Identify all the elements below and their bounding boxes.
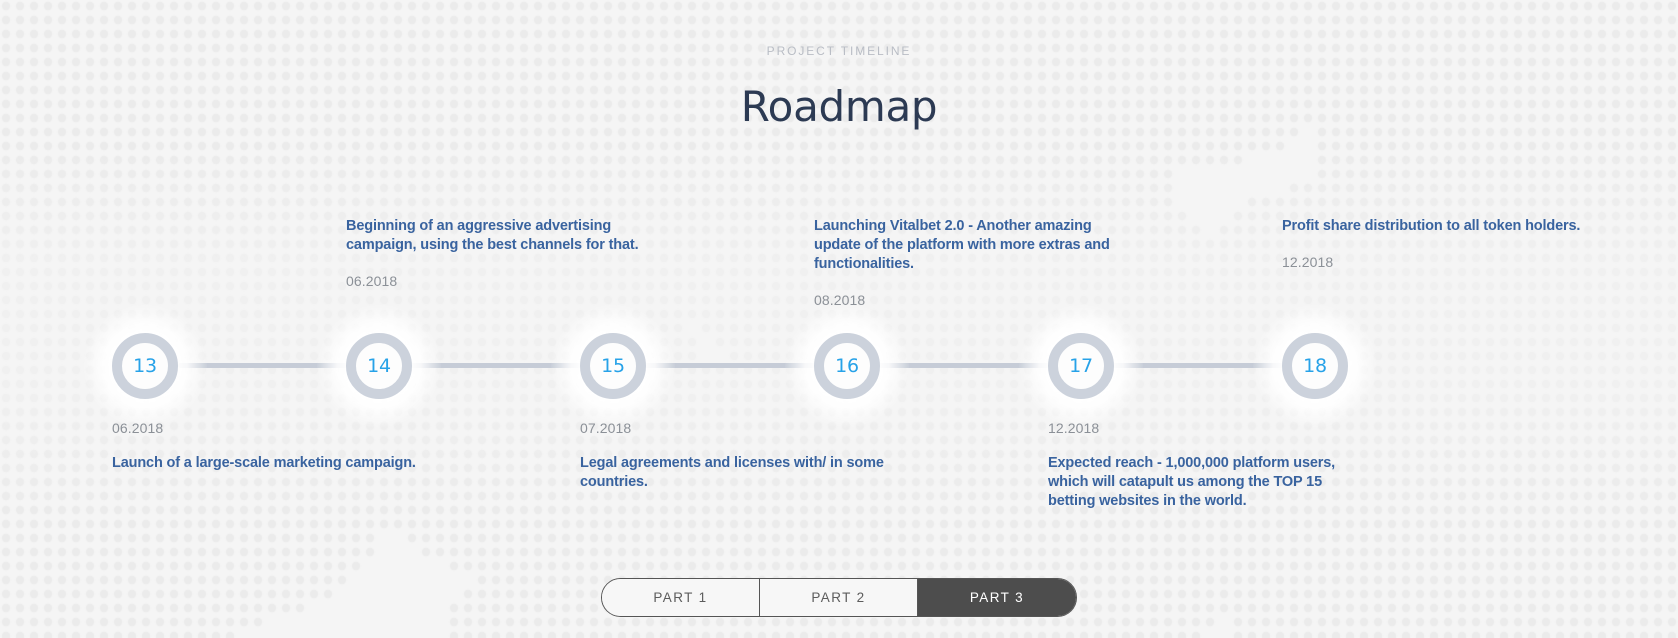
timeline-entry-16: Launching Vitalbet 2.0 - Another amazing… (814, 217, 1134, 308)
node-number: 14 (367, 354, 391, 377)
timeline-entry-18: Profit share distribution to all token h… (1282, 217, 1602, 270)
node-number: 13 (133, 354, 157, 377)
node-number: 18 (1303, 354, 1327, 377)
entry-date: 12.2018 (1048, 420, 1100, 436)
entry-date: 12.2018 (1282, 253, 1334, 270)
node-number: 15 (601, 354, 625, 377)
node-ring: 16 (814, 333, 880, 399)
entry-date: 06.2018 (112, 420, 164, 436)
node-number: 17 (1069, 354, 1093, 377)
node-ring: 17 (1048, 333, 1114, 399)
timeline-node-14[interactable]: 14 (317, 304, 441, 428)
entry-date: 06.2018 (346, 272, 398, 289)
node-ring: 14 (346, 333, 412, 399)
part-tab-2[interactable]: PART 2 (760, 579, 918, 616)
roadmap-timeline: 13 14 15 16 17 18 06.2018 Launch of a large-sc… (0, 0, 1678, 638)
entry-date: 07.2018 (580, 420, 632, 436)
node-number: 16 (835, 354, 859, 377)
entry-description: Profit share distribution to all token h… (1282, 218, 1581, 234)
timeline-node-13[interactable]: 13 (83, 304, 207, 428)
node-ring: 15 (580, 333, 646, 399)
timeline-entry-17: 12.2018 Expected reach - 1,000,000 platfo… (1048, 420, 1368, 511)
entry-description: Beginning of an aggressive advertising c… (346, 218, 639, 253)
timeline-node-17[interactable]: 17 (1019, 304, 1143, 428)
node-ring: 18 (1282, 333, 1348, 399)
parts-tab-group[interactable]: PART 1 PART 2 PART 3 (601, 578, 1077, 617)
entry-description: Expected reach - 1,000,000 platform user… (1048, 455, 1336, 509)
timeline-node-18[interactable]: 18 (1253, 304, 1377, 428)
timeline-entry-15: 07.2018 Legal agreements and licenses wit… (580, 420, 900, 492)
part-tab-1[interactable]: PART 1 (602, 579, 760, 616)
timeline-entry-14: Beginning of an aggressive advertising c… (346, 217, 666, 289)
entry-date: 08.2018 (814, 291, 866, 308)
entry-description: Launch of a large-scale marketing campai… (112, 455, 416, 471)
timeline-entry-13: 06.2018 Launch of a large-scale marketing… (112, 420, 432, 473)
part-tab-3[interactable]: PART 3 (918, 579, 1076, 616)
entry-description: Launching Vitalbet 2.0 - Another amazing… (814, 218, 1110, 272)
entry-description: Legal agreements and licenses with/ in s… (580, 455, 884, 490)
timeline-node-16[interactable]: 16 (785, 304, 909, 428)
timeline-node-15[interactable]: 15 (551, 304, 675, 428)
node-ring: 13 (112, 333, 178, 399)
